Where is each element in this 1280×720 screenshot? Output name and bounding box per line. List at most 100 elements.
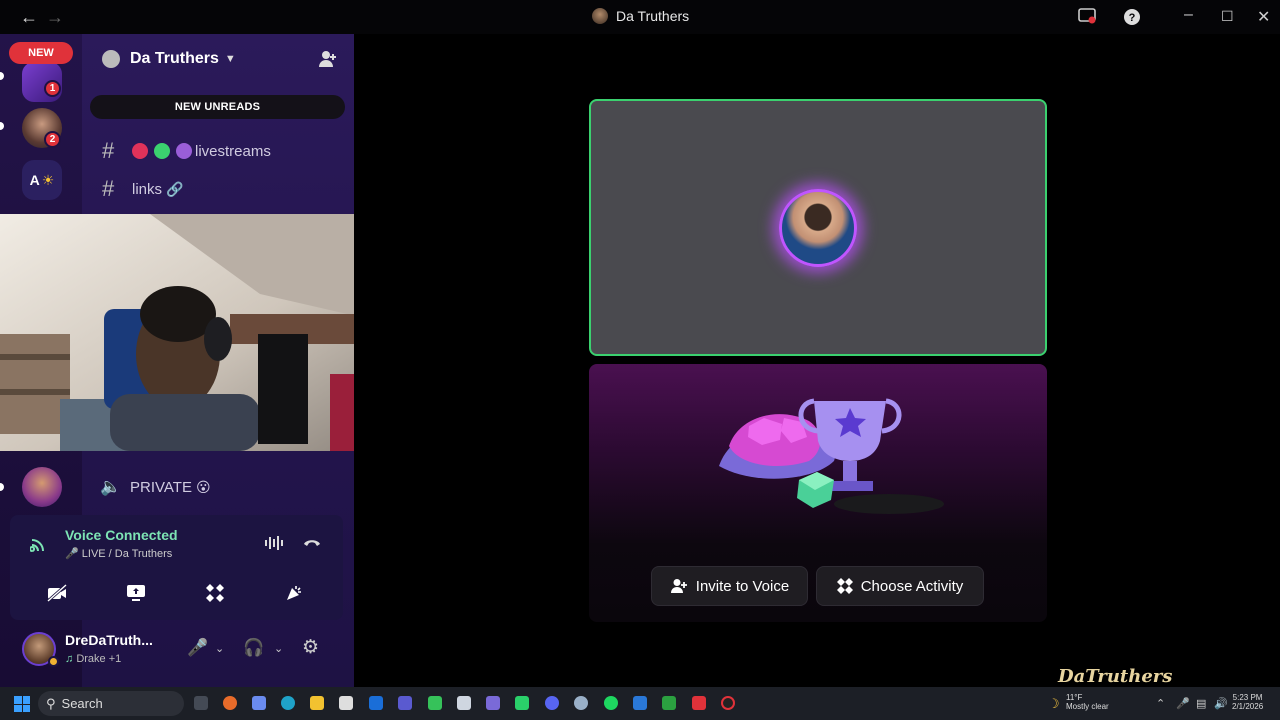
unread-pip (0, 122, 4, 130)
edge-icon[interactable] (281, 696, 295, 710)
participant-avatar (779, 189, 857, 267)
camera-off-button[interactable] (26, 577, 88, 609)
server-a-sun[interactable]: A ☀ (22, 160, 62, 200)
outlook-icon[interactable] (369, 696, 383, 710)
microphone-icon[interactable]: 🎤 (187, 638, 208, 658)
search-icon: ⚲ (46, 695, 56, 711)
invite-button-label: Invite to Voice (695, 577, 790, 595)
headphones-icon[interactable]: 🎧 (243, 638, 264, 658)
clock-time: 5:23 PM (1232, 693, 1263, 702)
music-note-icon: ♫ (65, 653, 74, 665)
add-member-icon[interactable] (318, 50, 338, 73)
channel-label: livestreams (195, 142, 271, 160)
hash-icon: # (102, 138, 115, 163)
voice-lock-icon: 🔈 (100, 477, 122, 496)
tray-mic-icon[interactable]: 🎤 (1176, 697, 1190, 710)
chevron-down-icon: ▼ (224, 53, 236, 65)
nvidia-icon[interactable] (515, 696, 529, 710)
store-icon[interactable] (339, 696, 353, 710)
webcam-feed-image (0, 214, 391, 451)
settings-gear-icon[interactable]: ⚙ (302, 636, 319, 659)
server-icon (592, 8, 608, 24)
search-label: Search (61, 696, 103, 711)
windows-start-icon[interactable] (14, 696, 30, 712)
weather-temp: 11°F (1066, 693, 1083, 702)
user-panel: DreDaTruth... ♫ Drake +1 🎤 ⌄ 🎧 ⌄ ⚙ (10, 626, 343, 676)
tray-volume-icon[interactable]: 🔊 (1214, 697, 1228, 710)
back-arrow-icon[interactable]: ← (20, 7, 38, 28)
firefox-icon[interactable] (223, 696, 237, 710)
soundboard-button[interactable] (263, 577, 325, 609)
chevron-down-icon[interactable]: ⌄ (215, 642, 224, 655)
app-green-icon[interactable] (428, 696, 442, 710)
participant-tile[interactable] (589, 99, 1047, 356)
activity-button-label: Choose Activity (860, 577, 964, 595)
guild-name: Da Truthers (130, 50, 219, 67)
weather-moon-icon: ☽ (1048, 696, 1060, 711)
forward-arrow-icon[interactable]: → (46, 7, 64, 28)
purple-circle-icon (176, 143, 192, 159)
invite-to-voice-button[interactable]: Invite to Voice (651, 566, 808, 606)
taskbar-search[interactable]: ⚲ Search (38, 691, 184, 716)
app-red-icon[interactable] (692, 696, 706, 710)
tray-chevron-icon[interactable]: ⌃ (1156, 697, 1165, 710)
system-clock[interactable]: 5:23 PM 2/1/2026 (1232, 693, 1263, 711)
voice-channel-link[interactable]: 🎤 LIVE / Da Truthers (65, 547, 172, 560)
channel-livestreams[interactable]: # livestreams (102, 137, 271, 165)
new-pill[interactable]: NEW (9, 42, 73, 64)
task-view-icon[interactable] (194, 696, 208, 710)
sun-icon: ☀ (41, 171, 55, 188)
obs-icon[interactable] (721, 696, 735, 710)
unread-badge: 1 (44, 80, 61, 97)
maximize-icon[interactable]: ☐ (1221, 8, 1234, 25)
channel-links[interactable]: # links 🔗 (102, 175, 183, 203)
copilot-icon[interactable] (252, 696, 266, 710)
guild-header[interactable]: Da Truthers ▼ (102, 48, 352, 70)
signal-icon[interactable] (29, 535, 50, 558)
voice-connection-panel: Voice Connected 🎤 LIVE / Da Truthers (10, 515, 343, 620)
window-title: Da Truthers (592, 8, 689, 24)
close-icon[interactable]: ✕ (1257, 7, 1270, 27)
choose-activity-button[interactable]: Choose Activity (816, 566, 984, 606)
channel-label: links (132, 180, 163, 198)
teams-icon[interactable] (398, 696, 412, 710)
new-unreads-bar[interactable]: NEW UNREADS (90, 95, 345, 119)
unread-pip (0, 72, 4, 80)
app-monitor-icon[interactable] (633, 696, 647, 710)
activity-card: Invite to Voice Choose Activity (589, 364, 1047, 622)
inbox-icon[interactable] (1078, 8, 1096, 29)
activities-button[interactable] (184, 577, 246, 609)
discord-icon[interactable] (545, 696, 559, 710)
help-icon[interactable]: ? (1123, 8, 1141, 31)
window-title-text: Da Truthers (616, 8, 690, 24)
brand-logo: DaTruthers (1058, 666, 1173, 687)
xbox-icon[interactable] (662, 696, 676, 710)
channel-label: PRIVATE (130, 478, 192, 496)
app-window-icon[interactable] (457, 696, 471, 710)
user-name[interactable]: DreDaTruth... (65, 632, 153, 648)
disconnect-phone-icon[interactable] (302, 535, 322, 554)
activity-illustration (719, 398, 944, 514)
channel-private[interactable]: 🔈 PRIVATE 😮 (100, 473, 211, 501)
screen-share-button[interactable] (105, 577, 167, 609)
tray-network-icon[interactable]: ▤ (1196, 697, 1206, 710)
mic-small-icon: 🎤 (65, 548, 79, 560)
link-icon: 🔗 (166, 180, 184, 197)
chevron-down-icon[interactable]: ⌄ (274, 642, 283, 655)
minimize-icon[interactable]: – (1184, 6, 1193, 24)
server-initial: A (29, 172, 40, 188)
spotify-icon[interactable] (604, 696, 618, 710)
soundboard-wave-icon[interactable] (264, 535, 284, 556)
badge-count: 1 (49, 83, 56, 94)
weather-widget[interactable]: 11°F Mostly clear (1066, 693, 1109, 711)
server-private[interactable] (22, 467, 62, 507)
file-explorer-icon[interactable] (310, 696, 324, 710)
unread-pip (0, 483, 4, 491)
notes-icon[interactable] (486, 696, 500, 710)
app-circle-icon[interactable] (574, 696, 588, 710)
voice-status[interactable]: Voice Connected (65, 527, 178, 543)
user-activity-text: Drake +1 (76, 653, 122, 665)
svg-text:?: ? (1129, 12, 1136, 24)
red-circle-icon (132, 143, 148, 159)
user-activity: ♫ Drake +1 (65, 653, 121, 665)
